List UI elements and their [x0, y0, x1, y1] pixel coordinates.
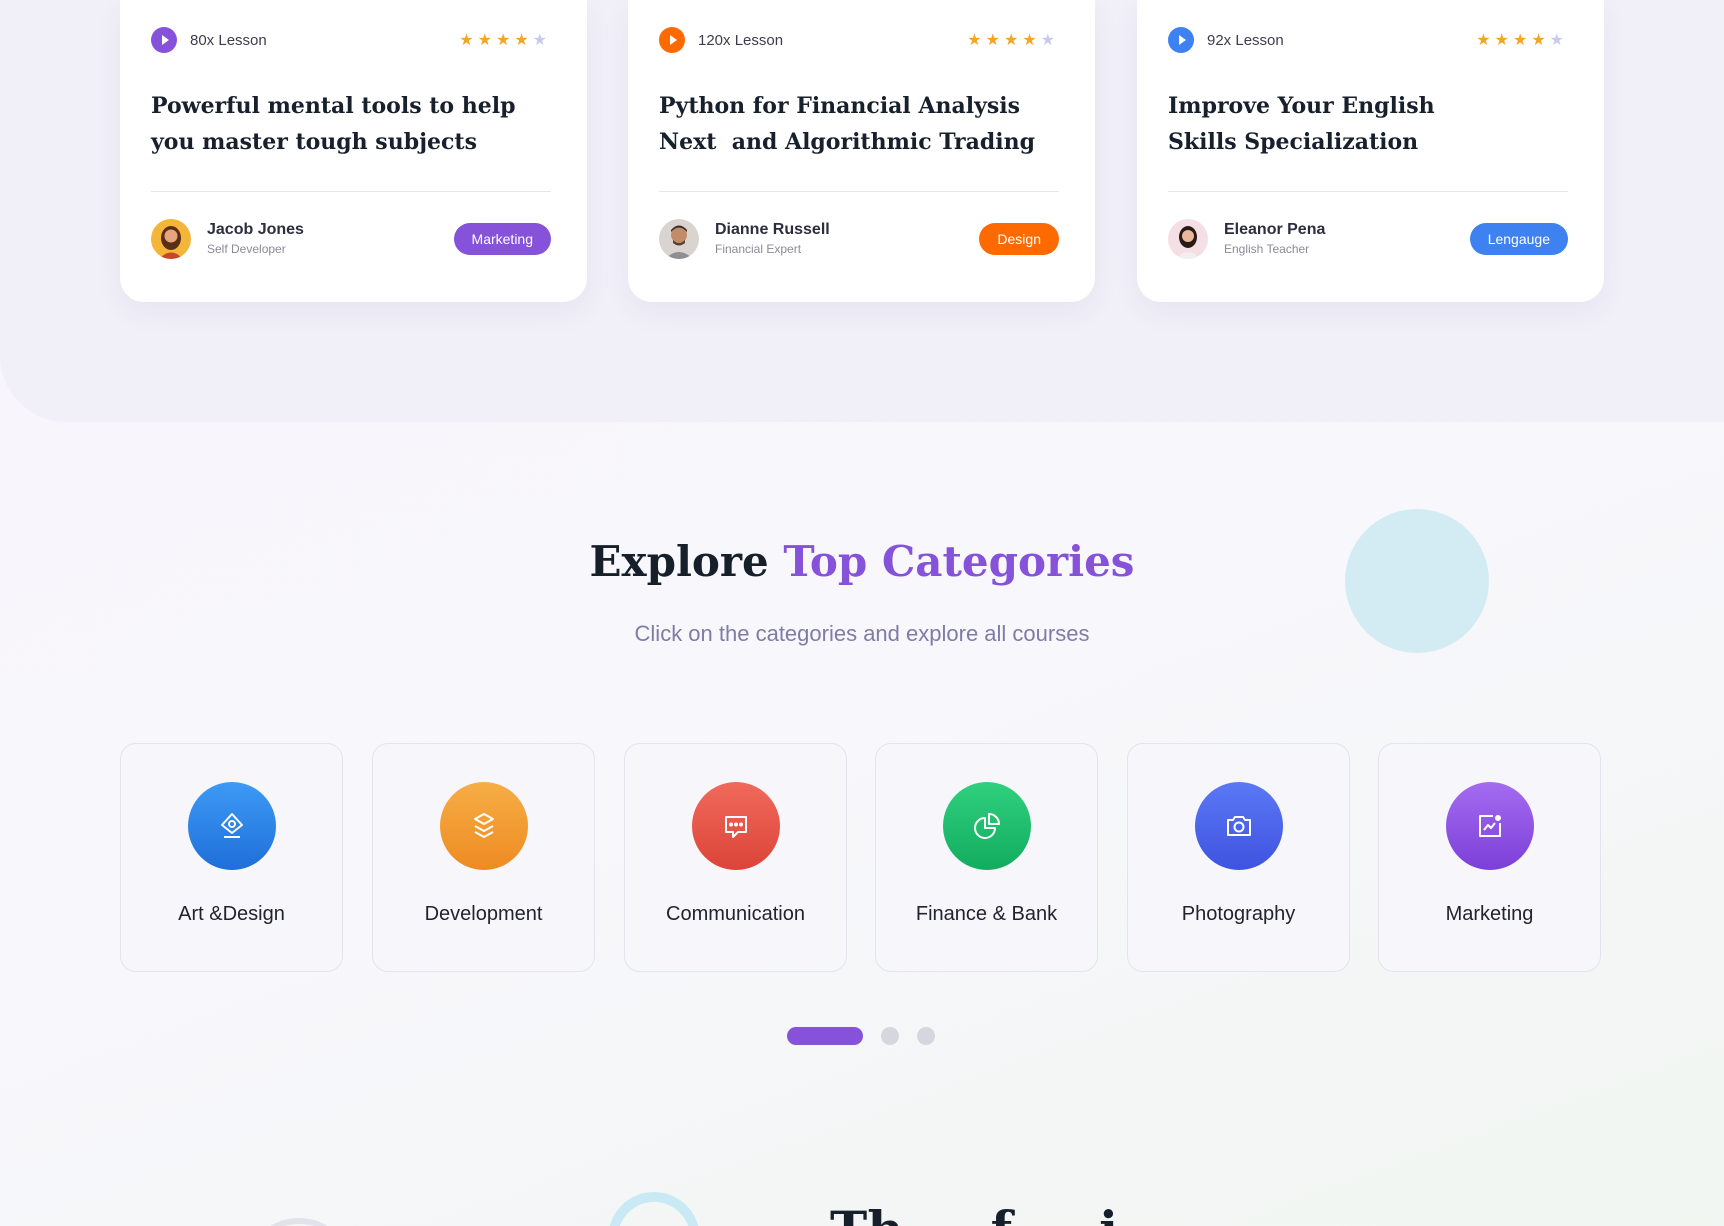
course-card[interactable]: 92x Lesson ★ ★ ★ ★ ★ Improve Your English Sk… [1137, 0, 1604, 302]
author-row: Eleanor Pena English Teacher Lengauge [1168, 218, 1568, 260]
art-design-icon [188, 782, 276, 870]
star-icon: ★ [985, 32, 1000, 49]
category-card-finance-bank[interactable]: Finance & Bank [875, 743, 1098, 972]
star-empty-icon: ★ [1549, 32, 1564, 49]
avatar [659, 219, 699, 259]
lesson-meta: 92x Lesson ★ ★ ★ ★ ★ [1168, 27, 1564, 53]
author-role: English Teacher [1224, 242, 1310, 256]
category-label: Art &Design [178, 903, 285, 925]
carousel-dot-active[interactable] [787, 1027, 863, 1045]
category-card-communication[interactable]: Communication [624, 743, 847, 972]
course-title[interactable]: Improve Your English Skills Specializati… [1168, 88, 1498, 160]
lesson-count: 92x Lesson [1207, 31, 1284, 49]
analytics-icon [1446, 782, 1534, 870]
rating-stars: ★ ★ ★ ★ ★ [1476, 30, 1564, 50]
divider [659, 191, 1059, 192]
author-role: Self Developer [207, 242, 286, 256]
chat-icon [692, 782, 780, 870]
star-icon: ★ [1003, 32, 1019, 49]
category-card-photography[interactable]: Photography [1127, 743, 1350, 972]
section-title-highlight: Top Categories [783, 537, 1135, 586]
layers-icon [440, 782, 528, 870]
avatar [1168, 219, 1208, 259]
play-icon [1168, 27, 1194, 53]
lesson-count: 120x Lesson [698, 31, 784, 49]
pie-chart-icon [943, 782, 1031, 870]
play-icon [659, 27, 685, 53]
category-card-art-design[interactable]: Art &Design [120, 743, 343, 972]
star-icon: ★ [477, 32, 492, 49]
course-title[interactable]: Python for Financial Analysis Next and A… [659, 88, 1059, 160]
avatar [151, 219, 191, 259]
star-icon: ★ [1022, 32, 1037, 49]
course-card[interactable]: 80x Lesson ★ ★ ★ ★ ★ Powerful mental tools t… [120, 0, 587, 302]
divider [151, 191, 551, 192]
author-role: Financial Expert [715, 242, 802, 256]
camera-icon [1195, 782, 1283, 870]
author-row: Jacob Jones Self Developer Marketing [151, 218, 551, 260]
category-label: Finance & Bank [915, 903, 1058, 925]
author-name: Jacob Jones [207, 221, 304, 238]
category-tag[interactable]: Design [979, 223, 1059, 255]
star-icon: ★ [495, 32, 511, 49]
author-row: Dianne Russell Financial Expert Design [659, 218, 1059, 260]
decorative-arc [244, 1218, 354, 1226]
section-title: Explore Top Categories [0, 532, 1724, 592]
star-icon: ★ [1531, 32, 1546, 49]
rating-stars: ★ ★ ★ ★ ★ [459, 30, 547, 50]
category-card-development[interactable]: Development [372, 743, 595, 972]
lesson-meta: 120x Lesson ★ ★ ★ ★ ★ [659, 27, 1055, 53]
category-label: Photography [1181, 903, 1296, 925]
star-icon: ★ [1512, 32, 1528, 49]
lesson-count: 80x Lesson [190, 31, 267, 49]
course-title[interactable]: Powerful mental tools to help you master… [151, 88, 551, 160]
star-icon: ★ [1476, 32, 1491, 49]
star-icon: ★ [514, 32, 529, 49]
star-empty-icon: ★ [532, 32, 547, 49]
category-label: Marketing [1445, 903, 1534, 925]
author-name: Eleanor Pena [1224, 221, 1326, 238]
author-name: Dianne Russell [715, 221, 830, 238]
next-section-heading: Th ... f ... i [830, 1200, 1530, 1226]
carousel-dot[interactable] [881, 1027, 899, 1045]
course-card[interactable]: 120x Lesson ★ ★ ★ ★ ★ Python for Financial A… [628, 0, 1095, 302]
star-empty-icon: ★ [1040, 32, 1055, 49]
category-label: Development [424, 903, 543, 925]
carousel-dot[interactable] [917, 1027, 935, 1045]
category-card-marketing[interactable]: Marketing [1378, 743, 1601, 972]
carousel-pagination [787, 1026, 935, 1046]
star-icon: ★ [967, 32, 982, 49]
section-title-plain: Explore [589, 537, 769, 586]
star-icon: ★ [1494, 32, 1509, 49]
section-subtitle: Click on the categories and explore all … [634, 621, 1090, 646]
rating-stars: ★ ★ ★ ★ ★ [967, 30, 1055, 50]
lesson-meta: 80x Lesson ★ ★ ★ ★ ★ [151, 27, 547, 53]
star-icon: ★ [459, 32, 474, 49]
decorative-ring [608, 1192, 700, 1226]
divider [1168, 191, 1568, 192]
category-tag[interactable]: Lengauge [1469, 223, 1568, 255]
category-tag[interactable]: Marketing [453, 223, 551, 255]
category-label: Communication [666, 903, 805, 925]
play-icon [151, 27, 177, 53]
